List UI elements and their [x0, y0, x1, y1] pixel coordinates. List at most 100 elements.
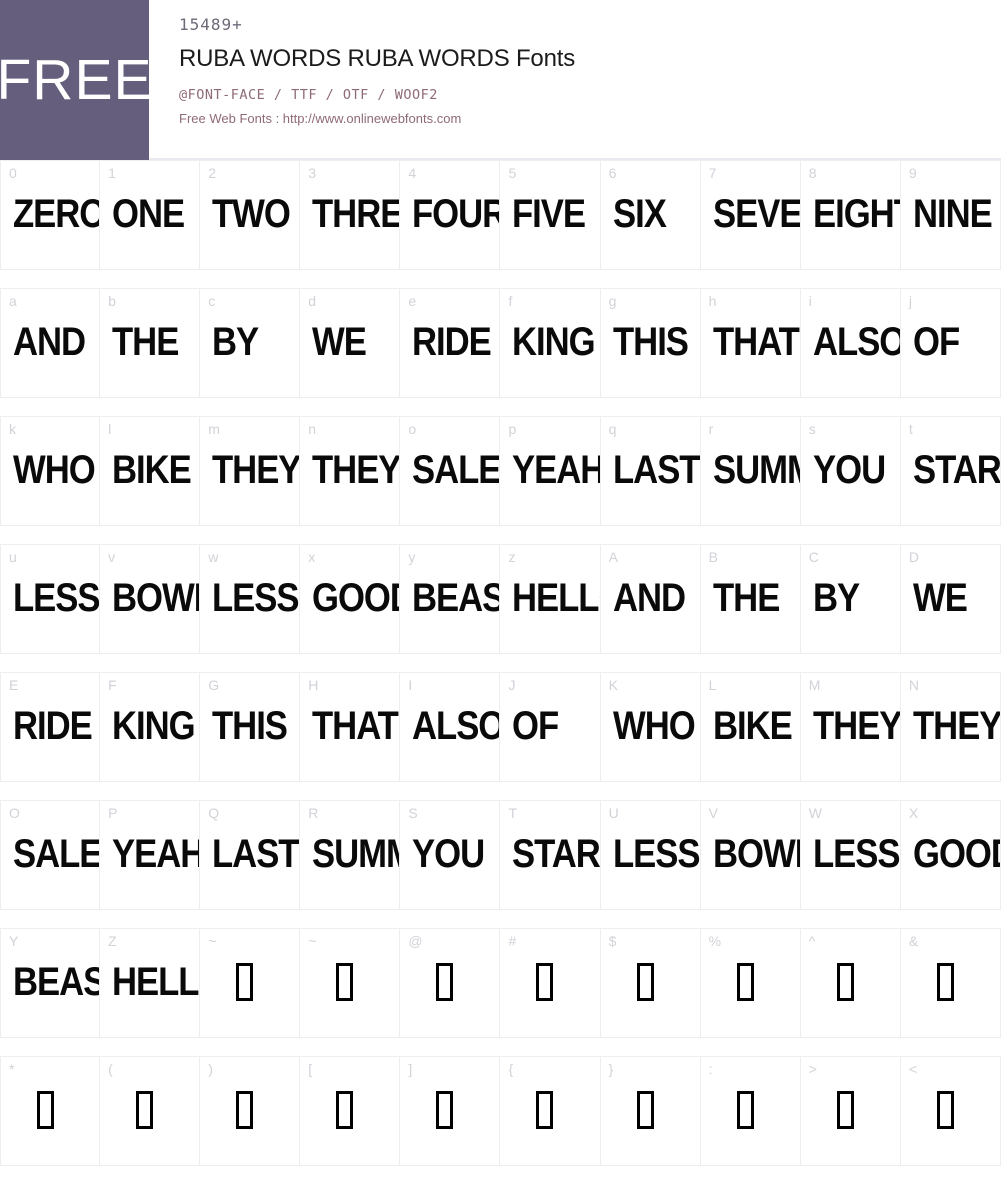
- glyph-cell[interactable]: i ALSO: [800, 288, 901, 398]
- glyph-cell[interactable]: ~: [200, 928, 301, 1038]
- glyph-word: WE: [312, 319, 367, 365]
- glyph-cell[interactable]: [: [300, 1056, 401, 1166]
- glyph-cell[interactable]: S YOU: [400, 800, 501, 910]
- glyph-cell[interactable]: H THAT: [300, 672, 401, 782]
- format-list: @FONT-FACE / TTF / OTF / WOOF2: [179, 87, 438, 103]
- glyph-cell[interactable]: b THE: [100, 288, 201, 398]
- glyph-word: WE: [912, 575, 968, 621]
- glyph-cell[interactable]: 8 EIGHT: [800, 160, 901, 270]
- glyph-cell[interactable]: n THEY: [300, 416, 401, 526]
- glyph-cell[interactable]: g THIS: [600, 288, 701, 398]
- glyph-cell[interactable]: :: [700, 1056, 801, 1166]
- glyph-cell[interactable]: &: [900, 928, 1001, 1038]
- glyph-cell[interactable]: a AND: [0, 288, 101, 398]
- glyph-cell[interactable]: Q LAST: [200, 800, 301, 910]
- glyph-char-key: P: [108, 805, 118, 821]
- glyph-cell[interactable]: *: [0, 1056, 101, 1166]
- glyph-cell[interactable]: (: [100, 1056, 201, 1166]
- glyph-char-key: 0: [9, 165, 17, 181]
- glyph-cell[interactable]: <: [900, 1056, 1001, 1166]
- glyph-cell[interactable]: 6 SIX: [600, 160, 701, 270]
- glyph-cell[interactable]: F KING: [100, 672, 201, 782]
- glyph-cell[interactable]: N THEY: [900, 672, 1001, 782]
- glyph-cell[interactable]: ~: [300, 928, 401, 1038]
- glyph-cell[interactable]: O SALE: [0, 800, 101, 910]
- glyph-char-key: e: [408, 293, 417, 309]
- glyph-cell[interactable]: G THIS: [200, 672, 301, 782]
- glyph-cell[interactable]: 4 FOUR: [400, 160, 501, 270]
- glyph-cell[interactable]: o SALE: [400, 416, 501, 526]
- glyph-cell[interactable]: z HELLO: [500, 544, 601, 654]
- glyph-cell[interactable]: t START: [900, 416, 1001, 526]
- glyph-cell[interactable]: Y BEAST: [0, 928, 101, 1038]
- glyph-cell[interactable]: T START: [500, 800, 601, 910]
- glyph-cell[interactable]: 2 TWO: [200, 160, 301, 270]
- glyph-cell[interactable]: R SUMMER: [300, 800, 401, 910]
- glyph-cell[interactable]: v BOWL: [100, 544, 201, 654]
- glyph-cell[interactable]: B THE: [700, 544, 801, 654]
- glyph-cell[interactable]: 7 SEVEN: [700, 160, 801, 270]
- glyph-cell[interactable]: A AND: [600, 544, 701, 654]
- glyph-cell[interactable]: K WHO: [600, 672, 701, 782]
- glyph-cell[interactable]: q LAST: [600, 416, 701, 526]
- glyph-cell[interactable]: 5 FIVE: [500, 160, 601, 270]
- glyph-cell[interactable]: {: [500, 1056, 601, 1166]
- glyph-cell[interactable]: h THAT: [700, 288, 801, 398]
- glyph-cell[interactable]: 9 NINE: [900, 160, 1001, 270]
- glyph-cell[interactable]: L BIKE: [700, 672, 801, 782]
- glyph-cell[interactable]: #: [500, 928, 601, 1038]
- glyph-cell[interactable]: U LESS: [600, 800, 701, 910]
- glyph-cell[interactable]: 3 THREE: [300, 160, 401, 270]
- tofu-icon: [436, 1091, 454, 1130]
- glyph-cell[interactable]: V BOWL: [700, 800, 801, 910]
- glyph-cell[interactable]: ^: [800, 928, 901, 1038]
- missing-glyph-box: [836, 959, 854, 1003]
- glyph-cell[interactable]: W LESS: [800, 800, 901, 910]
- glyph-cell[interactable]: I ALSO: [400, 672, 501, 782]
- glyph-cell[interactable]: P YEAH: [100, 800, 201, 910]
- glyph-cell[interactable]: ): [200, 1056, 301, 1166]
- glyph-cell[interactable]: E RIDE: [0, 672, 101, 782]
- glyph-cell[interactable]: %: [700, 928, 801, 1038]
- glyph-cell[interactable]: Z HELLO: [100, 928, 201, 1038]
- glyph-cell[interactable]: d WE: [300, 288, 401, 398]
- glyph-cell[interactable]: p YEAH: [500, 416, 601, 526]
- glyph-cell[interactable]: k WHO: [0, 416, 101, 526]
- glyph-cell[interactable]: m THEY: [200, 416, 301, 526]
- glyph-word: ALSO: [412, 703, 501, 749]
- glyph-cell[interactable]: l BIKE: [100, 416, 201, 526]
- glyph-cell[interactable]: s YOU: [800, 416, 901, 526]
- glyph-cell[interactable]: ]: [400, 1056, 501, 1166]
- glyph-cell[interactable]: 0 ZERO: [0, 160, 101, 270]
- tofu-icon: [536, 1091, 554, 1130]
- glyph-cell[interactable]: >: [800, 1056, 901, 1166]
- site-link[interactable]: Free Web Fonts : http://www.onlinewebfon…: [179, 109, 1001, 129]
- glyph-cell[interactable]: y BEAST: [400, 544, 501, 654]
- tofu-icon: [236, 1091, 254, 1130]
- glyph-word: LESS: [812, 831, 900, 877]
- tofu-icon: [936, 1091, 954, 1130]
- glyph-cell[interactable]: u LESS: [0, 544, 101, 654]
- glyph-cell[interactable]: $: [600, 928, 701, 1038]
- glyph-cell[interactable]: x GOOD: [300, 544, 401, 654]
- glyph-cell[interactable]: @: [400, 928, 501, 1038]
- glyph-cell[interactable]: j OF: [900, 288, 1001, 398]
- glyph-word: WHO: [13, 447, 96, 493]
- glyph-cell[interactable]: c BY: [200, 288, 301, 398]
- glyph-cell[interactable]: w LESS: [200, 544, 301, 654]
- glyph-cell[interactable]: 1 ONE: [100, 160, 201, 270]
- glyph-cell[interactable]: J OF: [500, 672, 601, 782]
- glyph-cell[interactable]: r SUMMER: [700, 416, 801, 526]
- glyph-char-key: k: [9, 421, 16, 437]
- glyph-cell[interactable]: }: [600, 1056, 701, 1166]
- glyph-word: SALE: [412, 447, 501, 493]
- glyph-cell[interactable]: M THEY: [800, 672, 901, 782]
- glyph-cell[interactable]: e RIDE: [400, 288, 501, 398]
- glyph-char-key: Q: [208, 805, 220, 821]
- glyph-cell[interactable]: f KING: [500, 288, 601, 398]
- glyph-cell[interactable]: D WE: [900, 544, 1001, 654]
- glyph-cell[interactable]: C BY: [800, 544, 901, 654]
- missing-glyph-box: [836, 1087, 854, 1131]
- glyph-char-key: n: [308, 421, 317, 437]
- glyph-cell[interactable]: X GOOD: [900, 800, 1001, 910]
